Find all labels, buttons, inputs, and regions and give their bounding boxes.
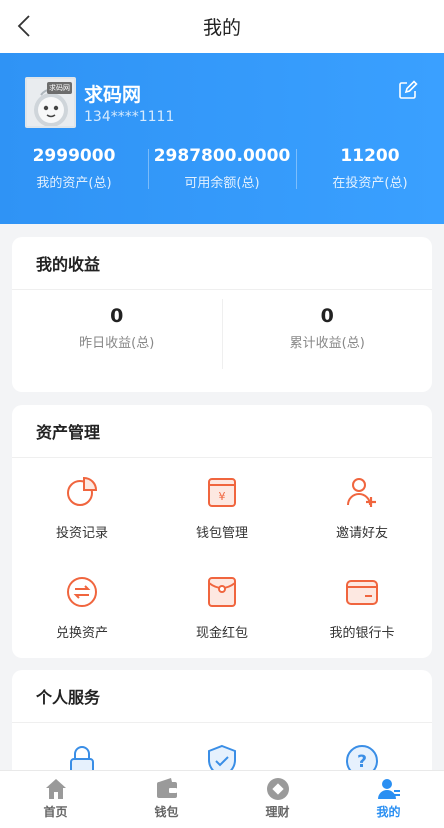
stat-label: 可用余额(总) [184,176,260,191]
exchange-icon [67,577,97,607]
svg-text:?: ? [357,752,367,772]
personal-services-title: 个人服务 [12,670,432,723]
my-bank-card-button[interactable]: 我的银行卡 [292,565,432,665]
cell-label: 现金红包 [195,626,248,641]
income-card: 我的收益 0 昨日收益(总) 0 累计收益(总) [12,237,432,392]
asset-stats: 2999000 我的资产(总) 2987800.0000 可用余额(总) 112… [0,145,444,201]
nav-label: 首页 [43,805,68,819]
home-icon [45,779,66,799]
income-cumulative[interactable]: 0 累计收益(总) [221,299,433,369]
nav-finance[interactable]: 理财 [222,771,333,828]
income-row: 0 昨日收益(总) 0 累计收益(总) [12,299,432,369]
user-icon [377,779,400,799]
red-envelope-icon [208,577,236,607]
stat-value: 2987800.0000 [153,146,291,166]
user-phone: 134****1111 [84,109,175,125]
cell-label: 兑换资产 [55,626,108,641]
cell-label: 邀请好友 [335,526,388,541]
avatar[interactable]: 求码网 [25,77,76,128]
add-user-icon [347,478,376,507]
cell-label: 我的银行卡 [329,626,395,641]
cash-red-envelope-button[interactable]: 现金红包 [152,565,292,665]
stat-value: 2999000 [32,146,116,166]
invite-friends-button[interactable]: 邀请好友 [292,465,432,565]
stat-total-assets[interactable]: 2999000 我的资产(总) [0,145,148,201]
income-label: 昨日收益(总) [79,336,155,351]
finance-icon [266,778,289,800]
income-label: 累计收益(总) [289,336,365,351]
nav-label: 理财 [265,805,290,819]
cell-label: 钱包管理 [195,526,248,541]
wallet-icon [156,778,177,798]
svg-text:¥: ¥ [219,490,226,503]
user-name: 求码网 [84,84,142,106]
stat-invested-assets[interactable]: 11200 在投资产(总) [296,145,444,201]
income-value: 0 [320,305,334,327]
income-value: 0 [110,305,124,327]
bottom-nav: 首页 钱包 理财 我的 [0,770,444,828]
asset-management-card: 资产管理 投资记录 ¥ 钱包管理 邀请好友 兑换资产 现金红包 我的银行卡 [12,405,432,658]
nav-wallet[interactable]: 钱包 [111,771,222,828]
income-title: 我的收益 [12,237,432,290]
pie-chart-icon [67,476,98,506]
exchange-assets-button[interactable]: 兑换资产 [12,565,152,665]
investment-records-button[interactable]: 投资记录 [12,465,152,565]
edit-icon[interactable] [398,80,418,100]
wallet-management-button[interactable]: ¥ 钱包管理 [152,465,292,565]
nav-label: 我的 [376,805,401,819]
cell-label: 投资记录 [55,526,108,541]
wallet-icon: ¥ [208,478,236,507]
stat-value: 11200 [340,146,400,166]
bank-card-icon [346,580,378,605]
nav-home[interactable]: 首页 [0,771,111,828]
nav-mine[interactable]: 我的 [333,771,444,828]
asset-management-grid: 投资记录 ¥ 钱包管理 邀请好友 兑换资产 现金红包 我的银行卡 [12,465,432,665]
stat-label: 我的资产(总) [36,176,112,191]
top-bar: 我的 [0,0,444,53]
back-arrow-icon[interactable] [14,14,38,38]
stat-label: 在投资产(总) [332,176,408,191]
page-title: 我的 [202,17,241,39]
income-yesterday[interactable]: 0 昨日收益(总) [12,299,222,369]
asset-management-title: 资产管理 [12,405,432,458]
stat-available-balance[interactable]: 2987800.0000 可用余额(总) [148,145,296,201]
avatar-tag: 求码网 [47,82,72,94]
nav-label: 钱包 [154,805,179,819]
profile-header: 求码网 求码网 134****1111 2999000 我的资产(总) 2987… [0,53,444,224]
